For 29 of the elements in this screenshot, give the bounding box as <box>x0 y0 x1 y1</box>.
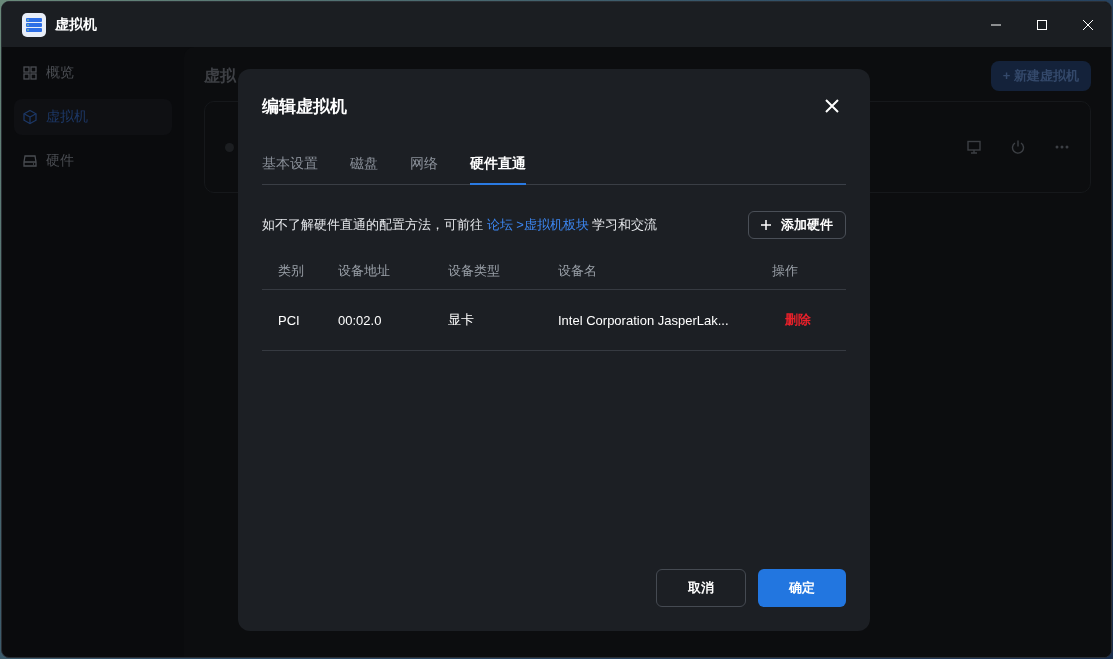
tab[interactable]: 网络 <box>410 155 438 185</box>
drive-icon <box>22 153 38 169</box>
plus-icon <box>761 220 771 230</box>
notice-text: 如不了解硬件直通的配置方法，可前往 论坛 >虚拟机板块 学习和交流 <box>262 216 658 234</box>
table-cell-text: PCI <box>278 312 301 328</box>
add-hardware-button[interactable]: 添加硬件 <box>748 211 846 239</box>
confirm-button[interactable]: 确定 <box>758 569 846 607</box>
close-icon[interactable] <box>825 99 839 113</box>
column-header: 操作 <box>772 262 799 280</box>
table-cell-text: Intel Corporation JasperLak... <box>558 312 730 328</box>
column-header: 类别 <box>278 262 305 280</box>
cube-icon <box>22 109 38 125</box>
maximize-icon[interactable] <box>1037 19 1047 30</box>
delete-link[interactable]: 删除 <box>772 311 811 329</box>
tab[interactable]: 基本设置 <box>262 155 318 185</box>
grid-icon <box>22 65 38 81</box>
dialog-title: 编辑虚拟机 <box>262 95 347 118</box>
forum-link[interactable]: 论坛 >虚拟机板块 <box>486 217 589 232</box>
close-icon[interactable] <box>1083 19 1093 30</box>
column-header: 设备地址 <box>338 262 391 280</box>
app-icon <box>22 12 46 37</box>
table-cell-text: 显卡 <box>448 311 475 329</box>
column-header: 设备类型 <box>448 262 501 280</box>
tab[interactable]: 硬件直通 <box>470 155 526 185</box>
column-header: 设备名 <box>558 262 598 280</box>
table-cell-text: 00:02.0 <box>338 312 383 328</box>
tab[interactable]: 磁盘 <box>350 155 378 185</box>
window-title: 虚拟机 <box>55 15 98 34</box>
cancel-button[interactable]: 取消 <box>656 569 746 607</box>
